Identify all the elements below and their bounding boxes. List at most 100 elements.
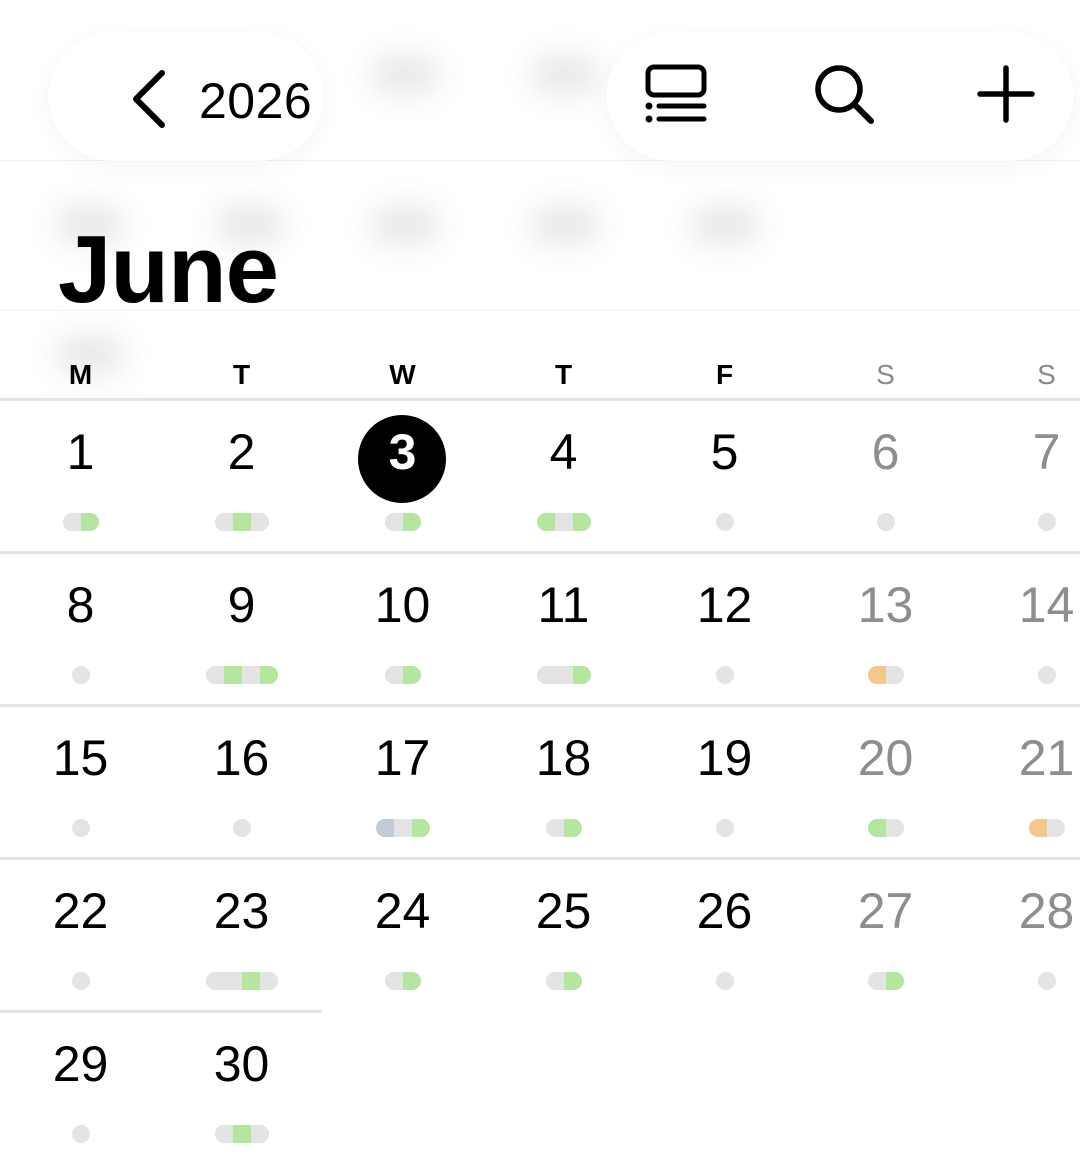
weekday-label: W <box>389 359 416 390</box>
day-cell[interactable]: 15 <box>0 708 161 848</box>
event-segment-grey <box>384 513 403 531</box>
list-view-icon <box>643 63 709 130</box>
event-indicator-bar <box>71 666 90 684</box>
day-cell[interactable]: 14 <box>966 555 1080 695</box>
day-cell[interactable]: 9 <box>161 555 322 695</box>
event-segment-green <box>232 513 251 531</box>
day-cell[interactable]: 29 <box>0 1014 161 1154</box>
back-to-year-button[interactable]: 2026 <box>48 31 324 161</box>
day-number: 1 <box>66 424 95 480</box>
week-divider <box>0 704 1080 707</box>
event-indicator-bar <box>384 972 421 990</box>
day-cell[interactable]: 11 <box>483 555 644 695</box>
event-segment-green <box>241 972 260 990</box>
list-view-button[interactable] <box>616 31 736 161</box>
day-cell[interactable]: 27 <box>805 861 966 1001</box>
day-number: 10 <box>374 577 431 633</box>
day-number: 3 <box>388 424 417 480</box>
event-segment-green <box>259 666 278 684</box>
day-cell[interactable]: 5 <box>644 402 805 542</box>
event-segment-green <box>402 513 421 531</box>
event-segment-grey <box>885 666 904 684</box>
event-segment-grey <box>715 666 734 684</box>
day-cell[interactable]: 21 <box>966 708 1080 848</box>
day-cell[interactable]: 12 <box>644 555 805 695</box>
event-segment-grey <box>393 819 412 837</box>
day-cell[interactable]: 25 <box>483 861 644 1001</box>
day-cell[interactable]: 8 <box>0 555 161 695</box>
weekday-label: S <box>876 359 895 390</box>
weekday-label: S <box>1037 359 1056 390</box>
back-year-label: 2026 <box>199 73 313 129</box>
day-cell[interactable]: 23 <box>161 861 322 1001</box>
event-segment-grey <box>715 513 734 531</box>
day-number: 5 <box>710 424 739 480</box>
day-cell[interactable]: 26 <box>644 861 805 1001</box>
day-cell[interactable]: 19 <box>644 708 805 848</box>
event-segment-grey <box>232 819 251 837</box>
event-indicator-bar <box>867 819 904 837</box>
event-segment-green <box>572 513 591 531</box>
event-segment-green <box>80 513 99 531</box>
empty-day-dot <box>1037 972 1056 990</box>
event-indicator-bar <box>62 513 99 531</box>
event-segment-grey <box>1046 819 1065 837</box>
event-segment-green <box>223 666 242 684</box>
day-number: 18 <box>535 730 592 786</box>
event-segment-grey <box>536 666 555 684</box>
day-number: 13 <box>857 577 914 633</box>
add-icon <box>976 64 1036 129</box>
day-number: 4 <box>549 424 578 480</box>
day-number: 11 <box>537 577 590 633</box>
day-cell[interactable]: 16 <box>161 708 322 848</box>
event-segment-grey <box>554 513 573 531</box>
day-cell[interactable]: 7 <box>966 402 1080 542</box>
week-divider <box>0 1010 322 1013</box>
event-segment-grey <box>545 972 564 990</box>
day-number: 22 <box>52 883 109 939</box>
day-number: 20 <box>857 730 914 786</box>
event-indicator-bar <box>715 513 734 531</box>
day-cell[interactable]: 3 <box>322 402 483 542</box>
day-cell[interactable]: 22 <box>0 861 161 1001</box>
event-indicator-bar <box>715 666 734 684</box>
event-segment-grey <box>867 972 886 990</box>
day-cell[interactable]: 30 <box>161 1014 322 1154</box>
search-button[interactable] <box>784 31 904 161</box>
day-cell[interactable]: 24 <box>322 861 483 1001</box>
day-number: 28 <box>1018 883 1075 939</box>
day-cell[interactable]: 28 <box>966 861 1080 1001</box>
empty-day-dot <box>715 972 734 990</box>
day-number: 17 <box>374 730 431 786</box>
day-cell[interactable]: 2 <box>161 402 322 542</box>
event-indicator-bar <box>232 819 251 837</box>
day-cell[interactable]: 10 <box>322 555 483 695</box>
search-icon <box>811 61 877 132</box>
event-segment-grey <box>214 513 233 531</box>
weekday-label: M <box>68 359 93 390</box>
event-segment-grey <box>250 513 269 531</box>
day-number: 16 <box>213 730 270 786</box>
day-cell[interactable]: 20 <box>805 708 966 848</box>
day-number: 25 <box>535 883 592 939</box>
day-cell[interactable]: 17 <box>322 708 483 848</box>
event-segment-grey <box>545 819 564 837</box>
chevron-left-icon <box>128 69 168 134</box>
day-cell[interactable]: 6 <box>805 402 966 542</box>
weekday-header: M T W T F S S <box>0 358 1080 392</box>
event-segment-grey <box>223 972 242 990</box>
add-event-button[interactable] <box>946 31 1066 161</box>
event-indicator-bar <box>545 972 582 990</box>
toolbar-actions <box>606 31 1074 161</box>
day-cell[interactable]: 18 <box>483 708 644 848</box>
day-number: 15 <box>52 730 109 786</box>
event-indicator-bar <box>214 513 269 531</box>
event-segment-grey <box>71 666 90 684</box>
day-number: 14 <box>1018 577 1075 633</box>
day-cell[interactable]: 13 <box>805 555 966 695</box>
day-cell[interactable]: 4 <box>483 402 644 542</box>
day-number: 8 <box>66 577 95 633</box>
day-cell[interactable]: 1 <box>0 402 161 542</box>
event-segment-grey <box>62 513 81 531</box>
event-indicator-bar <box>205 666 278 684</box>
